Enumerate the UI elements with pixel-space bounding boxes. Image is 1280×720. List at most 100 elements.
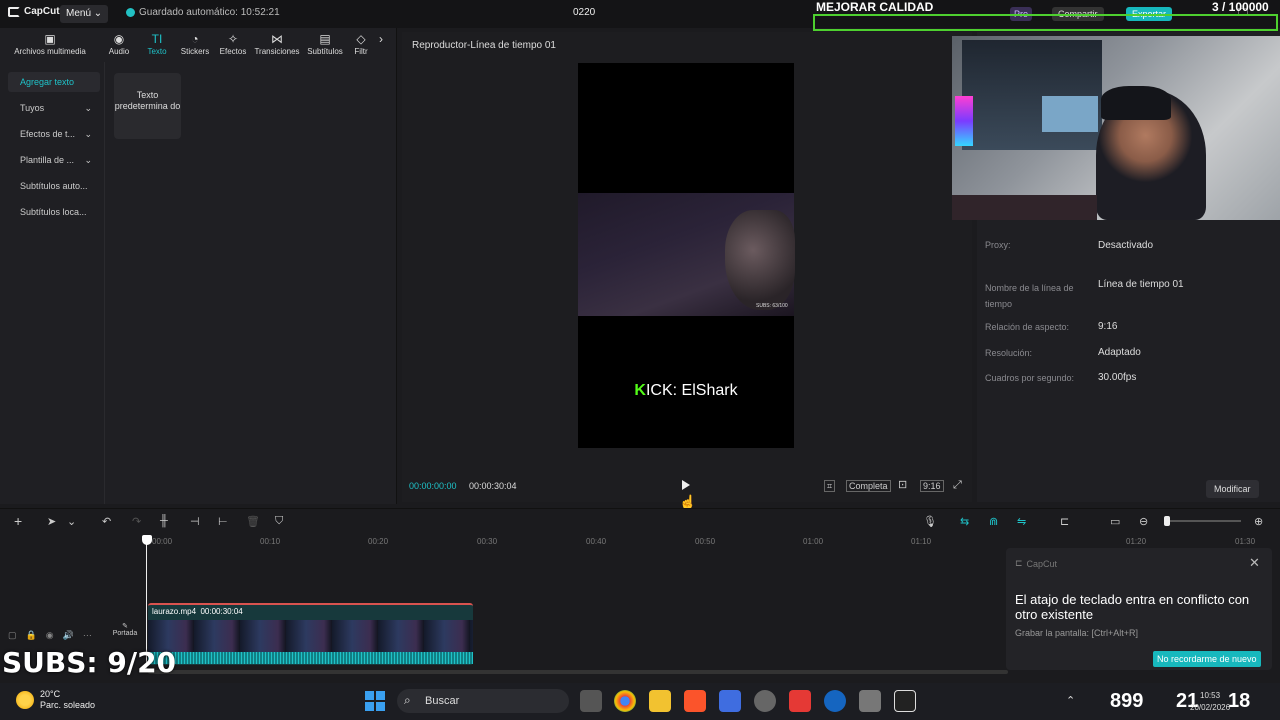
capcut-logo-icon: ⊏ xyxy=(1015,558,1023,568)
subnav-label: Tuyos xyxy=(20,103,45,113)
magnet-icon[interactable]: ⋒ xyxy=(989,515,998,528)
split-icon[interactable]: ╫ xyxy=(160,515,168,527)
brave-icon[interactable] xyxy=(684,690,706,712)
obs-icon[interactable] xyxy=(754,690,776,712)
chrome-icon[interactable] xyxy=(614,690,636,712)
modify-button[interactable]: Modificar xyxy=(1206,480,1259,498)
app-icon[interactable] xyxy=(824,690,846,712)
link-clips-icon[interactable]: ⇋ xyxy=(1017,515,1026,528)
tray-overlay-hours: 899 xyxy=(1110,690,1144,712)
tab-stickers[interactable]: ◔ Stickers xyxy=(176,32,214,62)
delete-icon[interactable]: 🗑 xyxy=(246,515,260,528)
undo-icon[interactable]: ↶ xyxy=(102,515,111,528)
duration: 00:00:30:04 xyxy=(469,481,517,491)
ratio-button[interactable]: 9:16 xyxy=(920,480,944,492)
app-logo: CapCut xyxy=(8,6,60,17)
play-icon[interactable] xyxy=(682,480,690,490)
pencil-icon: ✎ xyxy=(122,623,128,630)
toast-subtitle: Grabar la pantalla: [Ctrl+Alt+R] xyxy=(1015,628,1139,638)
text-subnav: Agregar texto Tuyos ⌄ Efectos de t... ⌄ Pl… xyxy=(8,72,100,228)
settings-icon[interactable] xyxy=(859,690,881,712)
tab-label: Archivos multimedia xyxy=(14,47,86,56)
clip-waveform xyxy=(148,652,473,664)
default-text-card[interactable]: Texto predetermina do xyxy=(114,73,181,139)
tab-audio[interactable]: ◉ Audio xyxy=(100,32,138,62)
overlay-frame xyxy=(813,14,1278,31)
preview-axis-icon[interactable]: ⊏ xyxy=(1060,515,1069,528)
eye-icon[interactable]: ◉ xyxy=(46,630,54,641)
close-icon[interactable]: ✕ xyxy=(1249,555,1260,571)
weather-widget[interactable]: 20°C Parc. soleado xyxy=(16,689,95,711)
clip-label: laurazo.mp4 00:00:30:04 xyxy=(152,607,243,616)
tab-filters[interactable]: ◇ Filtr xyxy=(348,32,374,62)
split-left-icon[interactable]: ⊣ xyxy=(190,515,200,528)
autosave-label: Guardado automático: 10:52:21 xyxy=(139,7,280,18)
player-title: Reproductor-Línea de tiempo 01 xyxy=(412,40,556,51)
preview-subs-text: SUBS: 63/100 xyxy=(756,303,788,309)
webcam-desk xyxy=(952,195,1097,220)
split-right-icon[interactable]: ⊢ xyxy=(218,515,228,528)
tab-label: Subtítulos xyxy=(307,47,343,56)
crop-icon[interactable]: ⌗ xyxy=(824,480,836,492)
resolution-value: Adaptado xyxy=(1098,347,1141,358)
chevron-down-icon[interactable]: ⌄ xyxy=(67,515,76,528)
tab-subtitles[interactable]: ▤ Subtítulos xyxy=(302,32,348,62)
captions-icon[interactable]: ▭ xyxy=(1110,515,1120,528)
tab-text[interactable]: TI Texto xyxy=(138,32,176,62)
select-tool-icon[interactable]: ➤ xyxy=(47,515,56,528)
fps-label: Cuadros por segundo: xyxy=(985,373,1075,383)
capcut-taskbar-icon[interactable] xyxy=(894,690,916,712)
tabs-next-button[interactable]: › xyxy=(374,32,388,62)
track-toggle-icon[interactable]: ▢ xyxy=(8,630,17,641)
webcam-rgb-light xyxy=(955,96,973,146)
subnav-text-effects[interactable]: Efectos de t... ⌄ xyxy=(8,124,100,144)
project-name[interactable]: 0220 xyxy=(573,7,595,18)
fullscreen-icon[interactable]: ⤢ xyxy=(951,480,964,492)
stream-counter: 3 / 100000 xyxy=(1212,0,1269,14)
playhead-handle[interactable] xyxy=(142,535,152,545)
redo-icon[interactable]: ↷ xyxy=(132,515,141,528)
ruler-tick: 01:10 xyxy=(911,537,932,546)
timeline-scrollbar[interactable] xyxy=(148,670,1008,674)
zoom-in-icon[interactable]: ⊕ xyxy=(1254,515,1263,528)
cover-label: Portada xyxy=(112,630,138,637)
start-button[interactable] xyxy=(365,691,385,711)
tab-media[interactable]: ▣ Archivos multimedia xyxy=(0,32,100,62)
dont-remind-button[interactable]: No recordarme de nuevo xyxy=(1153,651,1261,667)
zoom-slider[interactable] xyxy=(1165,520,1241,522)
zoom-out-icon[interactable]: ⊖ xyxy=(1139,515,1148,528)
chevron-down-icon: ⌄ xyxy=(84,103,92,113)
more-icon[interactable]: ⋯ xyxy=(83,630,92,641)
folder-icon[interactable] xyxy=(649,690,671,712)
add-track-icon[interactable]: + xyxy=(14,513,22,529)
quality-button[interactable]: Completa xyxy=(846,480,891,492)
subnav-local-subtitles[interactable]: Subtítulos loca... xyxy=(8,202,100,222)
subnav-yours[interactable]: Tuyos ⌄ xyxy=(8,98,100,118)
snapshot-icon[interactable]: ⊡ xyxy=(896,480,909,492)
tab-effects[interactable]: ✧ Efectos xyxy=(214,32,252,62)
task-view-icon[interactable] xyxy=(580,690,602,712)
volume-icon[interactable]: 🔊 xyxy=(63,630,74,641)
chevron-up-icon[interactable]: ⌃ xyxy=(1066,694,1075,707)
divider xyxy=(104,62,105,504)
effects-icon: ✧ xyxy=(227,32,239,46)
link-main-track-icon[interactable]: ⇆ xyxy=(960,515,969,528)
app-icon[interactable] xyxy=(719,690,741,712)
zoom-slider-handle[interactable] xyxy=(1164,516,1170,526)
clock-date[interactable]: 20/02/2026 xyxy=(1190,703,1230,712)
subnav-add-text[interactable]: Agregar texto xyxy=(8,72,100,92)
stream-subs-overlay: SUBS: 9/20 xyxy=(2,646,177,679)
microphone-icon[interactable]: 🎙 xyxy=(923,515,937,528)
tab-transitions[interactable]: ⋈ Transiciones xyxy=(252,32,302,62)
app-icon[interactable] xyxy=(789,690,811,712)
menu-button[interactable]: Menú ⌄ xyxy=(60,5,109,23)
lock-icon[interactable]: 🔒 xyxy=(26,630,37,641)
subnav-templates[interactable]: Plantilla de ... ⌄ xyxy=(8,150,100,170)
clock-time[interactable]: 10:53 xyxy=(1200,691,1220,700)
audio-icon: ◉ xyxy=(113,32,125,46)
toast-app: ⊏ CapCut xyxy=(1015,558,1057,569)
clip-name: laurazo.mp4 xyxy=(152,607,197,616)
shield-icon[interactable]: ⛉ xyxy=(275,515,283,528)
taskbar-search[interactable]: Buscar xyxy=(397,689,569,713)
subnav-auto-subtitles[interactable]: Subtítulos auto... xyxy=(8,176,100,196)
